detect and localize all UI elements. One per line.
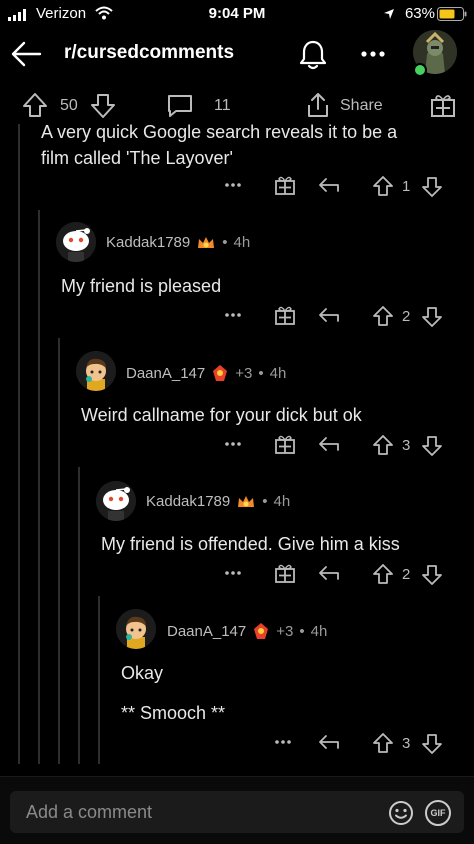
upvote-button[interactable]: [372, 175, 394, 197]
thread-line: [58, 338, 60, 764]
more-options-icon[interactable]: [224, 570, 242, 576]
downvote-button[interactable]: [421, 435, 443, 457]
vote-count: 2: [402, 566, 411, 583]
vote-count: 3: [402, 437, 411, 454]
thread-line: [38, 210, 40, 764]
share-label[interactable]: Share: [340, 97, 383, 115]
upvote-count: 50: [60, 97, 78, 114]
separator-dot: •: [222, 234, 228, 251]
comment-text: Weird callname for your dick but ok: [81, 405, 362, 425]
thread-line: [98, 596, 100, 764]
comment-text: My friend is pleased: [61, 276, 222, 296]
crown-award-icon: [196, 235, 216, 251]
downvote-button[interactable]: [421, 564, 443, 586]
upvote-button[interactable]: [22, 92, 48, 118]
reply-icon[interactable]: [318, 564, 340, 582]
comment-input[interactable]: Add a comment GIF: [10, 791, 464, 833]
back-arrow-icon[interactable]: [10, 40, 42, 68]
upvote-button[interactable]: [372, 732, 394, 754]
username[interactable]: DaanA_147: [126, 365, 205, 382]
award-badge-icon: [252, 622, 270, 640]
more-options-icon[interactable]: [224, 441, 242, 447]
comment-thread: A very quick Google search reveals it to…: [0, 124, 474, 764]
bell-icon[interactable]: [298, 38, 328, 72]
comment-time: 4h: [310, 622, 328, 640]
gif-label: GIF: [430, 808, 446, 818]
emoji-icon[interactable]: [388, 800, 414, 826]
more-options-icon[interactable]: [224, 182, 242, 188]
upvote-button[interactable]: [372, 563, 394, 585]
comment-meta: DaanA_147 +3 • 4h: [167, 622, 327, 640]
comment-count: 11: [214, 97, 231, 114]
comment-meta: Kaddak1789 • 4h: [146, 493, 290, 510]
more-options-icon[interactable]: [360, 50, 386, 58]
separator-dot: •: [258, 364, 264, 382]
online-status-dot: [413, 63, 427, 77]
reply-icon[interactable]: [318, 733, 340, 751]
avatar[interactable]: [116, 609, 156, 649]
comment-text: My friend is offended. Give him a kiss: [101, 534, 400, 554]
vote-count: 1: [402, 178, 411, 195]
more-options-icon[interactable]: [274, 739, 292, 745]
award-badge-icon: [211, 364, 229, 382]
post-action-bar: 50 11 Share: [0, 88, 474, 124]
comment-meta: Kaddak1789 • 4h: [106, 234, 250, 251]
battery-percent: 63%: [404, 5, 435, 22]
comment-bubble-icon[interactable]: [166, 93, 194, 119]
avatar[interactable]: [76, 351, 116, 391]
separator-dot: •: [299, 622, 305, 640]
comment-text-line: film called 'The Layover': [41, 148, 233, 168]
thread-line: [78, 467, 80, 764]
reply-icon[interactable]: [318, 306, 340, 324]
downvote-button[interactable]: [90, 93, 116, 119]
comment-text-line: A very quick Google search reveals it to…: [41, 124, 398, 142]
username[interactable]: DaanA_147: [167, 623, 246, 640]
thread-line: [18, 124, 20, 764]
award-count: +3: [235, 364, 253, 382]
avatar[interactable]: [96, 481, 136, 521]
comment-meta: DaanA_147 +3 • 4h: [126, 364, 286, 382]
vote-count: 3: [402, 735, 411, 752]
comment-time: 4h: [233, 234, 251, 251]
award-icon[interactable]: [430, 92, 456, 118]
comment-time: 4h: [273, 493, 291, 510]
crown-award-icon: [236, 494, 256, 510]
separator-dot: •: [262, 493, 268, 510]
avatar[interactable]: [56, 222, 96, 262]
award-icon[interactable]: [274, 175, 296, 195]
reply-icon[interactable]: [318, 435, 340, 453]
more-options-icon[interactable]: [224, 312, 242, 318]
award-icon[interactable]: [274, 434, 296, 454]
share-icon[interactable]: [305, 91, 331, 119]
vote-count: 2: [402, 308, 411, 325]
clock: 9:04 PM: [208, 5, 266, 22]
comment-time: 4h: [269, 364, 287, 382]
award-icon[interactable]: [274, 563, 296, 583]
location-icon: [383, 8, 395, 20]
reply-icon[interactable]: [318, 176, 340, 194]
upvote-button[interactable]: [372, 305, 394, 327]
comment-text-line: ** Smooch **: [121, 703, 226, 723]
downvote-button[interactable]: [421, 733, 443, 755]
comment-composer: Add a comment GIF: [0, 776, 474, 844]
battery-icon: [437, 7, 467, 21]
status-bar: Verizon 9:04 PM 63%: [0, 0, 474, 28]
comment-text-line: Okay: [121, 663, 164, 683]
gif-button[interactable]: GIF: [425, 800, 451, 826]
username[interactable]: Kaddak1789: [146, 493, 230, 510]
downvote-button[interactable]: [421, 176, 443, 198]
award-count: +3: [276, 622, 294, 640]
downvote-button[interactable]: [421, 306, 443, 328]
comment-input-placeholder: Add a comment: [26, 802, 153, 822]
upvote-button[interactable]: [372, 434, 394, 456]
username[interactable]: Kaddak1789: [106, 234, 190, 251]
award-icon[interactable]: [274, 305, 296, 325]
subreddit-title[interactable]: r/cursedcomments: [64, 42, 234, 64]
app-header: r/cursedcomments: [0, 28, 474, 84]
